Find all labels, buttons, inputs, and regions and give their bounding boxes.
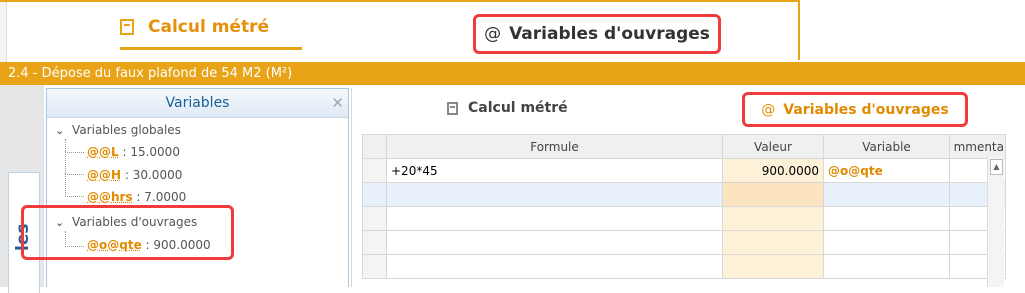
cell-valeur[interactable] [722,230,824,255]
tab-calcul-metre-large[interactable]: Calcul métré [120,17,302,50]
at-sign-icon: @ [484,24,502,44]
tree-group-global[interactable]: ⌄ Variables globales [55,123,181,137]
cell-variable[interactable]: @o@qte [823,158,950,183]
variable-value: : 15.0000 [118,145,180,159]
variable-value: : 30.0000 [121,168,183,182]
cell-valeur[interactable] [722,182,824,207]
variables-panel-header: Variables ✕ [47,89,348,118]
table-row[interactable] [362,182,1006,207]
tab-variables-ouvrages[interactable]: @ Variables d'ouvrages [742,92,968,127]
active-tab-underline [120,47,302,50]
cell-formule[interactable] [386,206,723,231]
at-sign-icon: @ [761,101,776,118]
chevron-down-icon[interactable]: ⌄ [55,124,64,137]
cell-variable[interactable] [823,182,950,207]
tab-calcul-metre-label: Calcul métré [148,17,269,37]
tree-leaf-variable[interactable]: @@hrs : 7.0000 [87,190,186,204]
tab-variables-ouvrages-label: Variables d'ouvrages [509,24,710,44]
column-header-formule[interactable]: Formule [386,134,723,159]
cell-variable[interactable] [823,206,950,231]
cell-valeur[interactable] [722,206,824,231]
calcul-panel: Calcul métré @ Variables d'ouvrages Form… [351,88,1025,287]
tree-leaf-variable[interactable]: @@L : 15.0000 [87,145,180,159]
table-row[interactable] [362,254,1006,279]
top-tab-strip: Calcul métré @ Variables d'ouvrages [0,0,800,62]
column-header-commentaire[interactable]: mmenta [949,134,1006,159]
cell-valeur[interactable]: 900.0000 [722,158,824,183]
tree-group-global-label: Variables globales [72,123,181,137]
row-header[interactable] [362,182,387,207]
row-header[interactable] [362,230,387,255]
cell-variable[interactable] [823,230,950,255]
row-header[interactable] [362,206,387,231]
work-item-title-bar: 2.4 - Dépose du faux plafond de 54 M2 (M… [0,62,1025,85]
formula-grid: Formule Valeur Variable mmenta +20*45 90… [362,134,1006,279]
row-header[interactable] [362,158,387,183]
grid-scrollbar[interactable]: ▲ [987,157,1004,287]
tree-leaf-variable[interactable]: @@H : 30.0000 [87,168,182,182]
table-row[interactable] [362,230,1006,255]
close-icon[interactable]: ✕ [331,89,344,117]
tab-variables-ouvrages-large[interactable]: @ Variables d'ouvrages [473,14,721,54]
tab-variables-ouvrages-label: Variables d'ouvrages [783,101,949,118]
table-row[interactable]: +20*45 900.0000 @o@qte [362,158,1006,183]
tab-calcul-metre[interactable]: Calcul métré [447,100,568,116]
tree-connector [65,151,84,175]
column-header-valeur[interactable]: Valeur [722,134,824,159]
cell-formule[interactable] [386,230,723,255]
scroll-up-icon[interactable]: ▲ [990,159,1003,175]
calculator-icon [120,19,134,35]
variable-value: : 7.0000 [132,190,187,204]
row-header[interactable] [362,254,387,279]
tab-calcul-metre-label: Calcul métré [468,100,568,116]
variables-panel: Variables ✕ ⌄ Variables globales @@L : 1… [21,88,349,287]
highlight-box [21,205,234,260]
calculator-icon [447,101,458,115]
cell-variable[interactable] [823,254,950,279]
top-left-edge [0,2,7,62]
variables-panel-title: Variables [165,95,230,111]
column-header-variable[interactable]: Variable [823,134,950,159]
grid-header-row: Formule Valeur Variable mmenta [362,134,1006,159]
variable-name: @@hrs [87,190,133,204]
variable-name: @@H [87,168,122,182]
cell-formule[interactable] [386,182,723,207]
variable-name: @@L [87,145,119,159]
tree-connector [65,173,84,197]
cell-formule[interactable] [386,254,723,279]
grid-corner [362,134,387,159]
cell-valeur[interactable] [722,254,824,279]
cell-formule[interactable]: +20*45 [386,158,723,183]
table-row[interactable] [362,206,1006,231]
